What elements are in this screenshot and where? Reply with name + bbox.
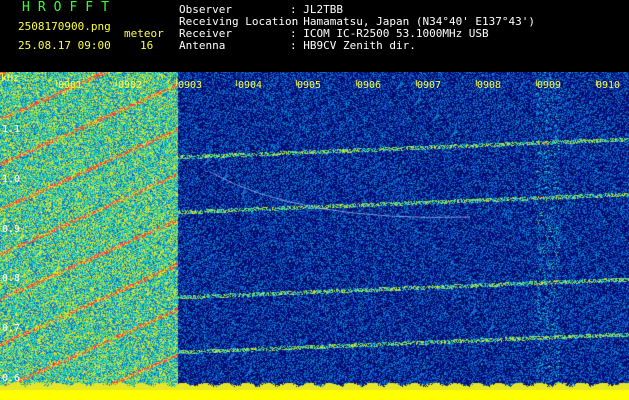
header-panel: HROFFT 2508170900.png 25.08.17 09:00 met… xyxy=(0,0,629,72)
y-axis-unit: kHz xyxy=(1,73,20,84)
x-tick-label: 0909 xyxy=(537,80,562,91)
x-tick-label: 0901 xyxy=(58,80,83,91)
y-tick-label: 0.6 xyxy=(2,373,21,384)
x-tick-label: 0910 xyxy=(596,80,621,91)
filename-label: 2508170900.png xyxy=(18,20,111,33)
y-tick-label: 0.9 xyxy=(2,224,21,235)
antenna-label: Antenna xyxy=(179,39,226,52)
y-tick-label: 0.7 xyxy=(2,323,21,334)
meteor-count: 16 xyxy=(140,39,154,52)
x-tick-label: 0903 xyxy=(178,80,203,91)
y-tick-label: 1.0 xyxy=(2,174,21,185)
spectrogram-canvas xyxy=(0,72,629,400)
antenna-value: : HB9CV Zenith dir. xyxy=(290,39,416,52)
y-tick-label: 1.1 xyxy=(2,124,21,135)
x-tick-label: 0906 xyxy=(357,80,382,91)
x-tick-label: 0907 xyxy=(417,80,442,91)
datetime-label: 25.08.17 09:00 xyxy=(18,39,111,52)
x-tick-label: 0908 xyxy=(477,80,502,91)
x-tick-label: 0902 xyxy=(118,80,143,91)
y-tick-label: 0.8 xyxy=(2,273,21,284)
x-tick-label: 0904 xyxy=(238,80,263,91)
app-title: HROFFT xyxy=(22,0,117,15)
x-tick-label: 0905 xyxy=(297,80,322,91)
